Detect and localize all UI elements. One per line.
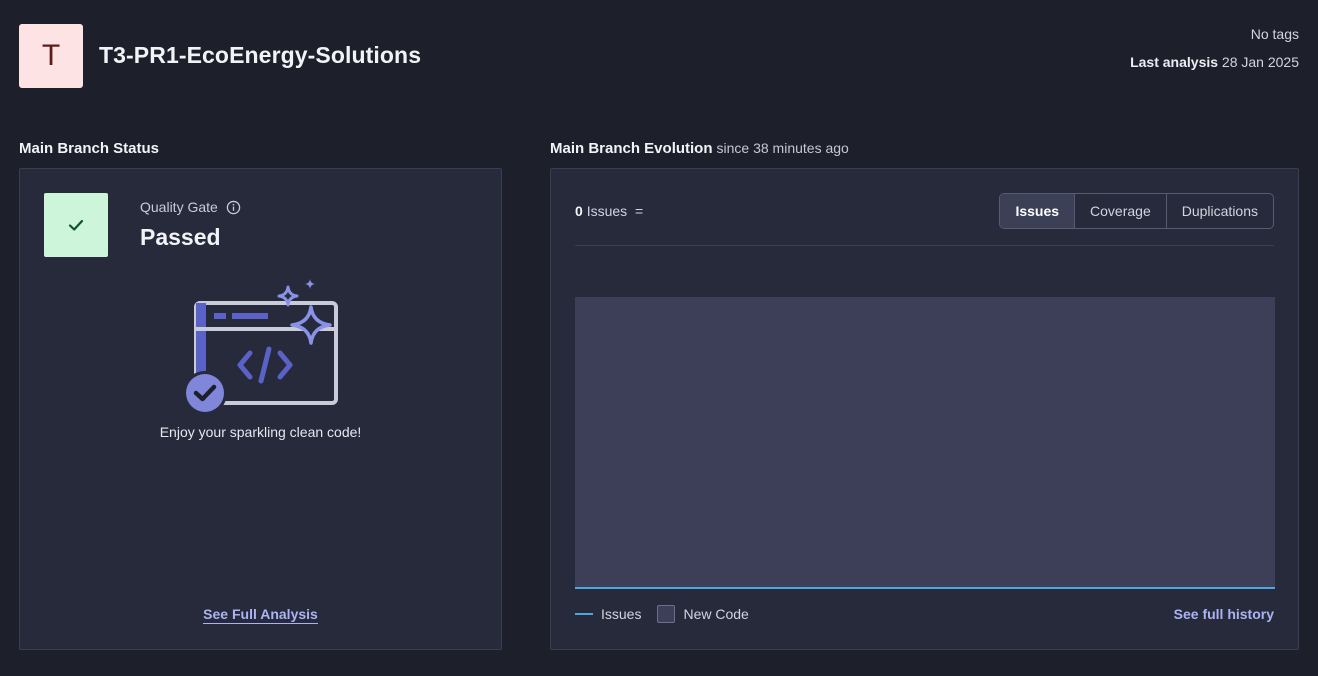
project-title: T3-PR1-EcoEnergy-Solutions	[99, 42, 422, 68]
quality-gate-label-text: Quality Gate	[140, 199, 218, 215]
new-code-area	[575, 297, 1275, 589]
main-branch-status-card: Quality Gate Passed Enjoy your sparkling…	[19, 168, 502, 650]
evolution-title-text: Main Branch Evolution	[550, 140, 713, 157]
legend-new-code-label: New Code	[683, 606, 749, 622]
issues-label: Issues	[586, 203, 628, 219]
evolution-chart	[575, 297, 1275, 589]
evolution-since: since 38 minutes ago	[716, 140, 849, 156]
main-branch-evolution-title: Main Branch Evolution since 38 minutes ag…	[550, 140, 849, 157]
info-icon[interactable]	[226, 200, 241, 215]
clean-code-illustration	[183, 279, 338, 415]
check-icon	[68, 219, 84, 231]
divider	[575, 245, 1274, 246]
new-code-legend-box	[657, 605, 676, 623]
see-full-analysis-link[interactable]: See Full Analysis	[203, 606, 318, 624]
legend-issues-label: Issues	[601, 606, 642, 622]
last-analysis: Last analysis 28 Jan 2025	[1130, 54, 1299, 70]
tab-issues[interactable]: Issues	[1000, 194, 1075, 228]
status-title-text: Main Branch Status	[19, 140, 160, 157]
main-branch-status-title: Main Branch Status	[19, 140, 159, 157]
main-branch-evolution-card: 0 Issues = Issues Coverage Duplications …	[550, 168, 1299, 650]
project-avatar: T	[19, 24, 83, 88]
issues-summary: 0 Issues =	[575, 203, 643, 219]
project-avatar-letter: T	[41, 39, 61, 72]
tab-duplications[interactable]: Duplications	[1165, 194, 1273, 228]
see-full-history-link[interactable]: See full history	[1174, 606, 1274, 622]
quality-gate-label: Quality Gate	[140, 199, 241, 215]
issues-count: 0	[575, 203, 583, 219]
chart-legend: Issues New Code	[575, 605, 749, 623]
last-analysis-date: 28 Jan 2025	[1221, 54, 1299, 70]
metric-toggle-group: Issues Coverage Duplications	[999, 193, 1274, 229]
last-analysis-label: Last analysis	[1130, 54, 1219, 70]
tab-coverage[interactable]: Coverage	[1074, 194, 1166, 228]
issues-legend-line	[575, 613, 593, 615]
project-tags[interactable]: No tags	[1251, 26, 1299, 42]
quality-gate-status: Passed	[140, 224, 221, 250]
see-full-analysis-wrapper: See Full Analysis	[20, 606, 501, 624]
issues-trend: =	[635, 203, 644, 219]
quality-gate-badge	[44, 193, 108, 257]
clean-code-message: Enjoy your sparkling clean code!	[159, 424, 362, 440]
